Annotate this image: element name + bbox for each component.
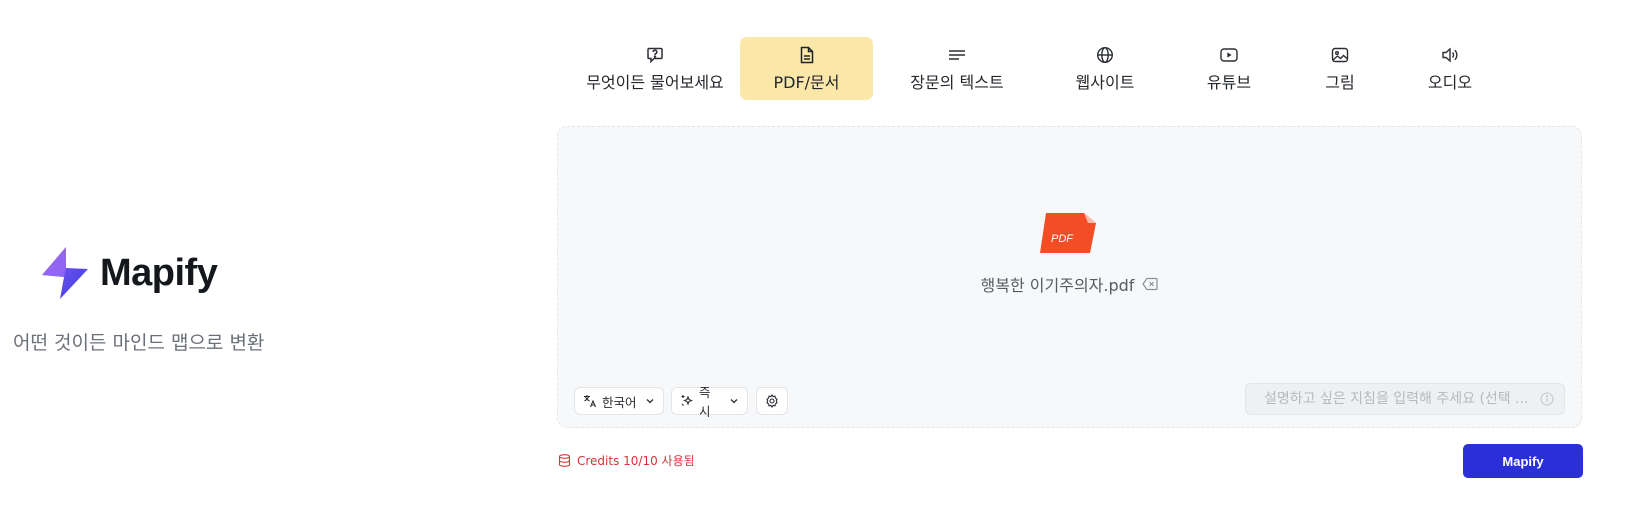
mode-select[interactable]: 즉시: [671, 385, 748, 419]
tab-youtube[interactable]: 유튜브: [1197, 37, 1261, 100]
tab-label: 그림: [1325, 73, 1355, 92]
tab-label: 장문의 텍스트: [910, 73, 1004, 92]
text-lines-icon: [947, 45, 967, 65]
tab-label: 오디오: [1427, 73, 1473, 92]
database-icon: [558, 454, 571, 467]
tab-long-text[interactable]: 장문의 텍스트: [895, 37, 1019, 100]
tab-label: 무엇이든 물어보세요: [586, 73, 724, 92]
document-icon: [797, 45, 817, 65]
translate-icon: [583, 394, 597, 408]
mapify-submit-button[interactable]: Mapify: [1463, 444, 1583, 478]
tab-label: 유튜브: [1206, 73, 1252, 92]
instructions-input[interactable]: [1264, 391, 1540, 407]
credits-text: Credits 10/10 사용됨: [577, 454, 695, 468]
globe-icon: [1095, 45, 1115, 65]
instructions-field[interactable]: [1245, 383, 1565, 415]
tab-image[interactable]: 그림: [1315, 37, 1365, 100]
brand: Mapify: [40, 247, 218, 299]
chevron-down-icon: [729, 396, 739, 406]
tab-ask-anything[interactable]: 무엇이든 물어보세요: [580, 37, 730, 100]
gear-icon: [765, 394, 779, 408]
pdf-file-icon: PDF: [1040, 213, 1096, 253]
youtube-icon: [1219, 45, 1239, 65]
tab-audio[interactable]: 오디오: [1420, 37, 1480, 100]
sparkle-icon: [680, 394, 694, 408]
remove-file-icon[interactable]: [1142, 277, 1159, 291]
language-select[interactable]: 한국어: [574, 387, 664, 415]
question-bubble-icon: [645, 45, 665, 65]
tagline: 어떤 것이든 마인드 맵으로 변환: [13, 332, 265, 354]
mode-value: 즉시: [699, 385, 711, 419]
tab-label: 웹사이트: [1075, 73, 1135, 92]
file-name: 행복한 이기주의자.pdf: [980, 276, 1135, 295]
language-value: 한국어: [602, 394, 637, 410]
settings-button[interactable]: [756, 387, 788, 415]
credits-status: Credits 10/10 사용됨: [558, 452, 695, 469]
tab-label: PDF/문서: [773, 73, 840, 92]
info-icon[interactable]: [1540, 392, 1554, 406]
speaker-icon: [1440, 45, 1460, 65]
pdf-badge-text: PDF: [1051, 233, 1074, 245]
image-icon: [1330, 45, 1350, 65]
tab-pdf-document[interactable]: PDF/문서: [740, 37, 873, 100]
chevron-down-icon: [645, 396, 655, 406]
upload-panel[interactable]: PDF 행복한 이기주의자.pdf 한국어 즉시 설명하고 싶은 지침을 입력해…: [557, 126, 1582, 428]
tab-website[interactable]: 웹사이트: [1065, 37, 1145, 100]
uploaded-file: 행복한 이기주의자.pdf: [558, 272, 1581, 296]
mapify-logo-icon: [42, 247, 88, 299]
brand-name: Mapify: [100, 251, 218, 294]
source-tabs: 무엇이든 물어보세요 PDF/문서 장문의 텍스트 웹사이트 유튜브 그림 오디…: [580, 37, 1590, 100]
